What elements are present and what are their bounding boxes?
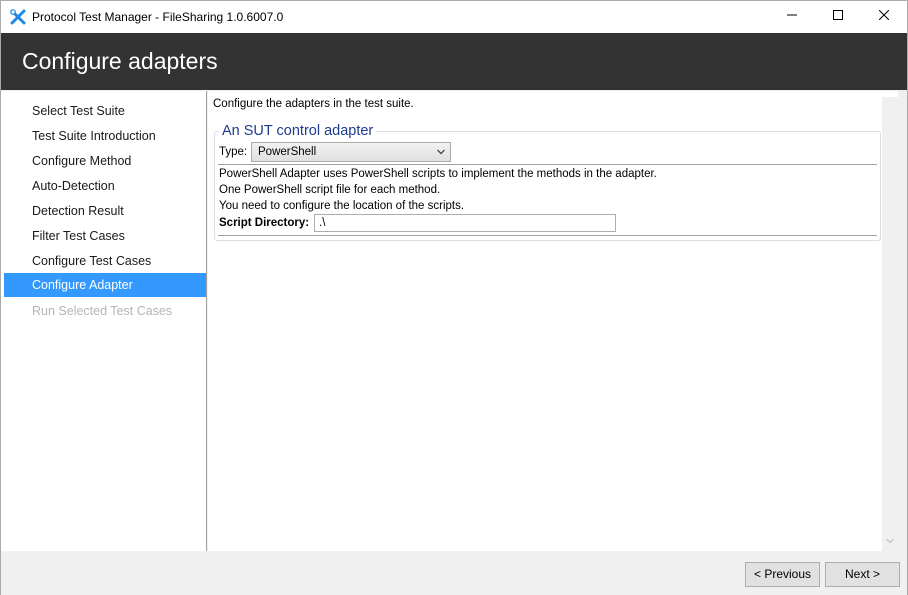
type-label: Type: [219,146,248,158]
sidebar-item-run-selected-test-cases: Run Selected Test Cases [32,304,173,318]
separator-bottom [218,235,877,236]
chevron-down-icon [437,149,445,155]
description-line: PowerShell Adapter uses PowerShell scrip… [219,168,657,180]
sidebar-item-configure-adapter[interactable]: Configure Adapter [4,273,206,297]
footer: < Previous Next > [1,551,907,595]
close-button[interactable] [861,1,907,29]
window-title: Protocol Test Manager - FileSharing 1.0.… [32,10,284,24]
previous-button[interactable]: < Previous [745,562,820,587]
sidebar-item-configure-method[interactable]: Configure Method [4,149,206,173]
title-bar[interactable]: Protocol Test Manager - FileSharing 1.0.… [1,1,907,33]
sidebar-item-filter-test-cases[interactable]: Filter Test Cases [4,224,206,248]
main-content: Configure the adapters in the test suite… [208,91,898,551]
minimize-button[interactable] [769,1,815,29]
script-directory-label: Script Directory: [219,217,310,229]
minimize-icon [787,14,797,16]
adapter-type-select[interactable]: PowerShell [251,142,451,162]
scroll-down-icon[interactable] [886,538,894,544]
description-line: You need to configure the location of th… [219,200,465,212]
separator-top [218,164,877,165]
next-button[interactable]: Next > [825,562,900,587]
content-scrollbar[interactable] [882,97,898,551]
page-header: Configure adapters [1,33,907,90]
sidebar-item-select-test-suite[interactable]: Select Test Suite [4,99,206,123]
close-icon [879,10,889,20]
script-directory-input[interactable] [314,214,616,232]
maximize-icon [833,10,843,20]
page-title: Configure adapters [22,48,218,74]
sidebar-item-auto-detection[interactable]: Auto-Detection [4,174,206,198]
sidebar-item-configure-test-cases[interactable]: Configure Test Cases [4,249,206,273]
sidebar: Select Test Suite Test Suite Introductio… [1,91,207,551]
tools-icon [10,9,26,25]
adapter-group-legend: An SUT control adapter [219,123,377,139]
description-line: One PowerShell script file for each meth… [219,184,441,196]
intro-text: Configure the adapters in the test suite… [213,98,414,110]
sidebar-item-detection-result[interactable]: Detection Result [4,199,206,223]
sidebar-item-test-suite-introduction[interactable]: Test Suite Introduction [4,124,206,148]
app-window: Protocol Test Manager - FileSharing 1.0.… [0,0,908,595]
maximize-button[interactable] [815,1,861,29]
adapter-type-value: PowerShell [258,146,317,158]
